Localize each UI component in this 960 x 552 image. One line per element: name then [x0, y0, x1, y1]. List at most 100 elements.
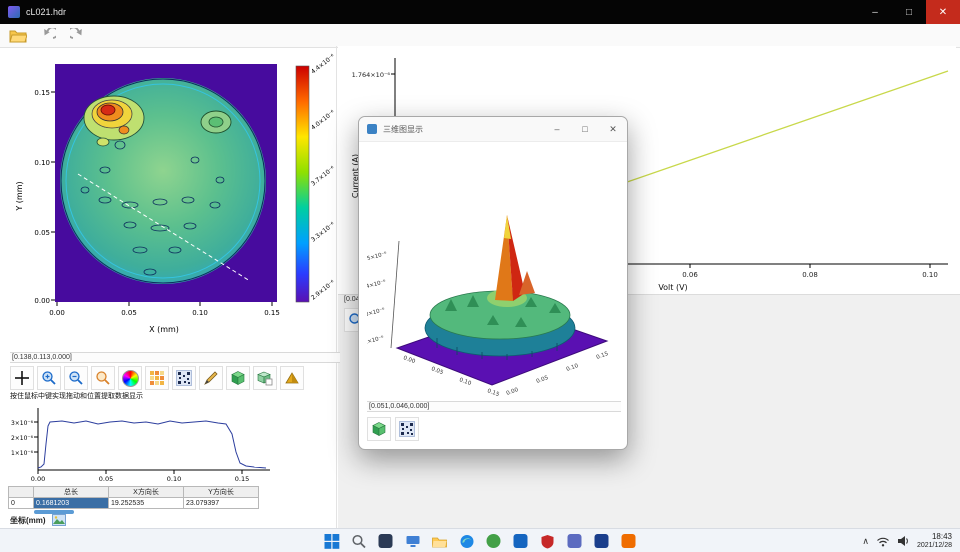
window-3d: 三维图显示 – □ ✕ 5×10⁻⁶ 4×10⁻⁶ 3×10⁻⁶ 2×10⁻⁶ — [358, 116, 628, 450]
contour-ytick: 0.05 — [34, 229, 50, 237]
matrix-view-button[interactable] — [172, 366, 196, 390]
palette-button[interactable] — [145, 366, 169, 390]
surface-3d-plot[interactable]: 5×10⁻⁶ 4×10⁻⁶ 3×10⁻⁶ 2×10⁻⁶ — [367, 143, 617, 399]
redo-arrow-icon — [70, 28, 86, 44]
image-thumbnail-icon[interactable] — [52, 514, 66, 526]
x3d-tick: 0.10 — [458, 377, 472, 387]
taskbar-app-blue[interactable] — [512, 532, 530, 550]
zoom-reset-button[interactable] — [91, 366, 115, 390]
cursor-position-readout: [0.138,0.113,0.000] — [10, 352, 340, 363]
maximize-button[interactable]: □ — [892, 0, 926, 24]
colorbar-tick: 3.3×10⁻⁶ — [310, 221, 337, 244]
close-button[interactable]: ✕ — [926, 0, 960, 24]
windows-start-icon — [324, 534, 339, 549]
undo-button[interactable] — [36, 25, 60, 47]
surface-3d-button[interactable] — [226, 366, 250, 390]
app-icon — [8, 6, 20, 18]
table-cell-selected[interactable]: 0.1681203 — [34, 498, 109, 509]
profile-xtick: 0.05 — [99, 475, 113, 483]
table-row[interactable]: 0 0.1681203 19.252535 23.079397 — [9, 498, 259, 509]
contour-xlabel: X (mm) — [149, 325, 179, 334]
taskbar-app-dark[interactable] — [377, 532, 395, 550]
copy-3d-button[interactable] — [253, 366, 277, 390]
contour-ytick: 0.00 — [34, 297, 50, 305]
contour-ylabel: Y (mm) — [15, 181, 24, 211]
open-folder-icon — [9, 28, 27, 43]
purple-app-icon — [568, 534, 582, 548]
taskbar-icons — [323, 532, 638, 550]
coord-label: 坐标(mm) — [10, 515, 46, 526]
dark-app-icon — [379, 534, 393, 548]
taskbar-app-orange[interactable] — [620, 532, 638, 550]
colormap-button[interactable] — [118, 366, 142, 390]
contour-xtick: 0.00 — [49, 309, 65, 317]
x3d-tick: 0.05 — [430, 366, 444, 376]
crosshair-button[interactable] — [10, 366, 34, 390]
cube-copy-icon — [257, 370, 273, 386]
taskbar-app-navy[interactable] — [593, 532, 611, 550]
window-3d-close[interactable]: ✕ — [599, 117, 627, 141]
coord-label-row: 坐标(mm) — [10, 514, 66, 526]
redo-button[interactable] — [66, 25, 90, 47]
window-3d-toolbar — [367, 417, 419, 441]
color-wheel-icon — [122, 370, 139, 387]
palette-grid-icon — [149, 370, 165, 386]
matrix-icon — [176, 370, 192, 386]
zoom-in-button[interactable] — [37, 366, 61, 390]
wafer-contour-plot[interactable]: 0.15 0.10 0.05 0.00 0.00 0.05 0.10 0.15 … — [10, 50, 340, 350]
contour-xtick: 0.15 — [264, 309, 280, 317]
search-icon — [351, 534, 366, 549]
window-3d-minimize[interactable]: – — [543, 117, 571, 141]
taskbar: ∧ 18:43 2021/12/28 — [0, 528, 960, 552]
iv-xtick-label: 0.06 — [682, 271, 698, 279]
window-3d-titlebar[interactable]: 三维图显示 – □ ✕ — [359, 117, 627, 142]
profile-plot[interactable]: 3×10⁻⁶ 2×10⁻⁶ 1×10⁻⁶ 0.00 0.05 0.10 0.15 — [8, 400, 276, 484]
taskbar-mcafee[interactable] — [539, 532, 557, 550]
taskbar-app-monitor[interactable] — [404, 532, 422, 550]
taskbar-edge[interactable] — [458, 532, 476, 550]
secondary-blob — [201, 111, 231, 133]
window-title: cL021.hdr — [26, 7, 66, 17]
wifi-icon[interactable] — [876, 536, 890, 547]
colorbar-tick: 3.7×10⁻⁶ — [310, 165, 337, 188]
volume-icon[interactable] — [897, 535, 910, 547]
orange-app-icon — [622, 534, 636, 548]
tray-chevron-icon[interactable]: ∧ — [862, 536, 869, 547]
zoom-out-icon — [68, 370, 84, 386]
surface-gold-button[interactable] — [280, 366, 304, 390]
profile-ytick: 2×10⁻⁶ — [11, 435, 34, 442]
folder-icon — [432, 535, 448, 548]
x3d-tick: 0.15 — [486, 388, 500, 398]
profile-ytick: 1×10⁻⁶ — [11, 450, 34, 457]
z-tick: 4×10⁻⁶ — [367, 278, 387, 290]
window-3d-maximize[interactable]: □ — [571, 117, 599, 141]
taskbar-explorer[interactable] — [431, 532, 449, 550]
open-file-button[interactable] — [6, 25, 30, 47]
taskbar-search[interactable] — [350, 532, 368, 550]
window-3d-matrix-button[interactable] — [395, 417, 419, 441]
table-cell[interactable]: 0 — [9, 498, 34, 509]
app-window: cL021.hdr – □ ✕ [ — [0, 0, 960, 552]
taskbar-clock[interactable]: 18:43 2021/12/28 — [917, 533, 952, 549]
table-cell[interactable]: 19.252535 — [109, 498, 184, 509]
minimize-button[interactable]: – — [858, 0, 892, 24]
window-3d-cube-button[interactable] — [367, 417, 391, 441]
profile-xtick: 0.00 — [31, 475, 45, 483]
table-header-row: 总长 X方向长 Y方向长 — [9, 487, 259, 498]
table-cell[interactable]: 23.079397 — [184, 498, 259, 509]
taskbar-app-purple[interactable] — [566, 532, 584, 550]
system-tray: ∧ 18:43 2021/12/28 — [862, 533, 960, 549]
green-app-icon — [487, 534, 501, 548]
plot-toolbar — [10, 366, 304, 390]
edit-button[interactable] — [199, 366, 223, 390]
window-3d-status: [0.051,0.046,0.000] — [367, 401, 621, 412]
contour-xtick: 0.05 — [121, 309, 137, 317]
colorbar-tick: 2.9×10⁻⁶ — [310, 279, 337, 302]
taskbar-app-green[interactable] — [485, 532, 503, 550]
edge-browser-icon — [459, 534, 474, 549]
table-header: X方向长 — [109, 487, 184, 498]
zoom-out-button[interactable] — [64, 366, 88, 390]
measurement-table: 总长 X方向长 Y方向长 0 0.1681203 19.252535 23.07… — [8, 486, 259, 509]
blue-app-icon — [514, 534, 528, 548]
start-button[interactable] — [323, 532, 341, 550]
